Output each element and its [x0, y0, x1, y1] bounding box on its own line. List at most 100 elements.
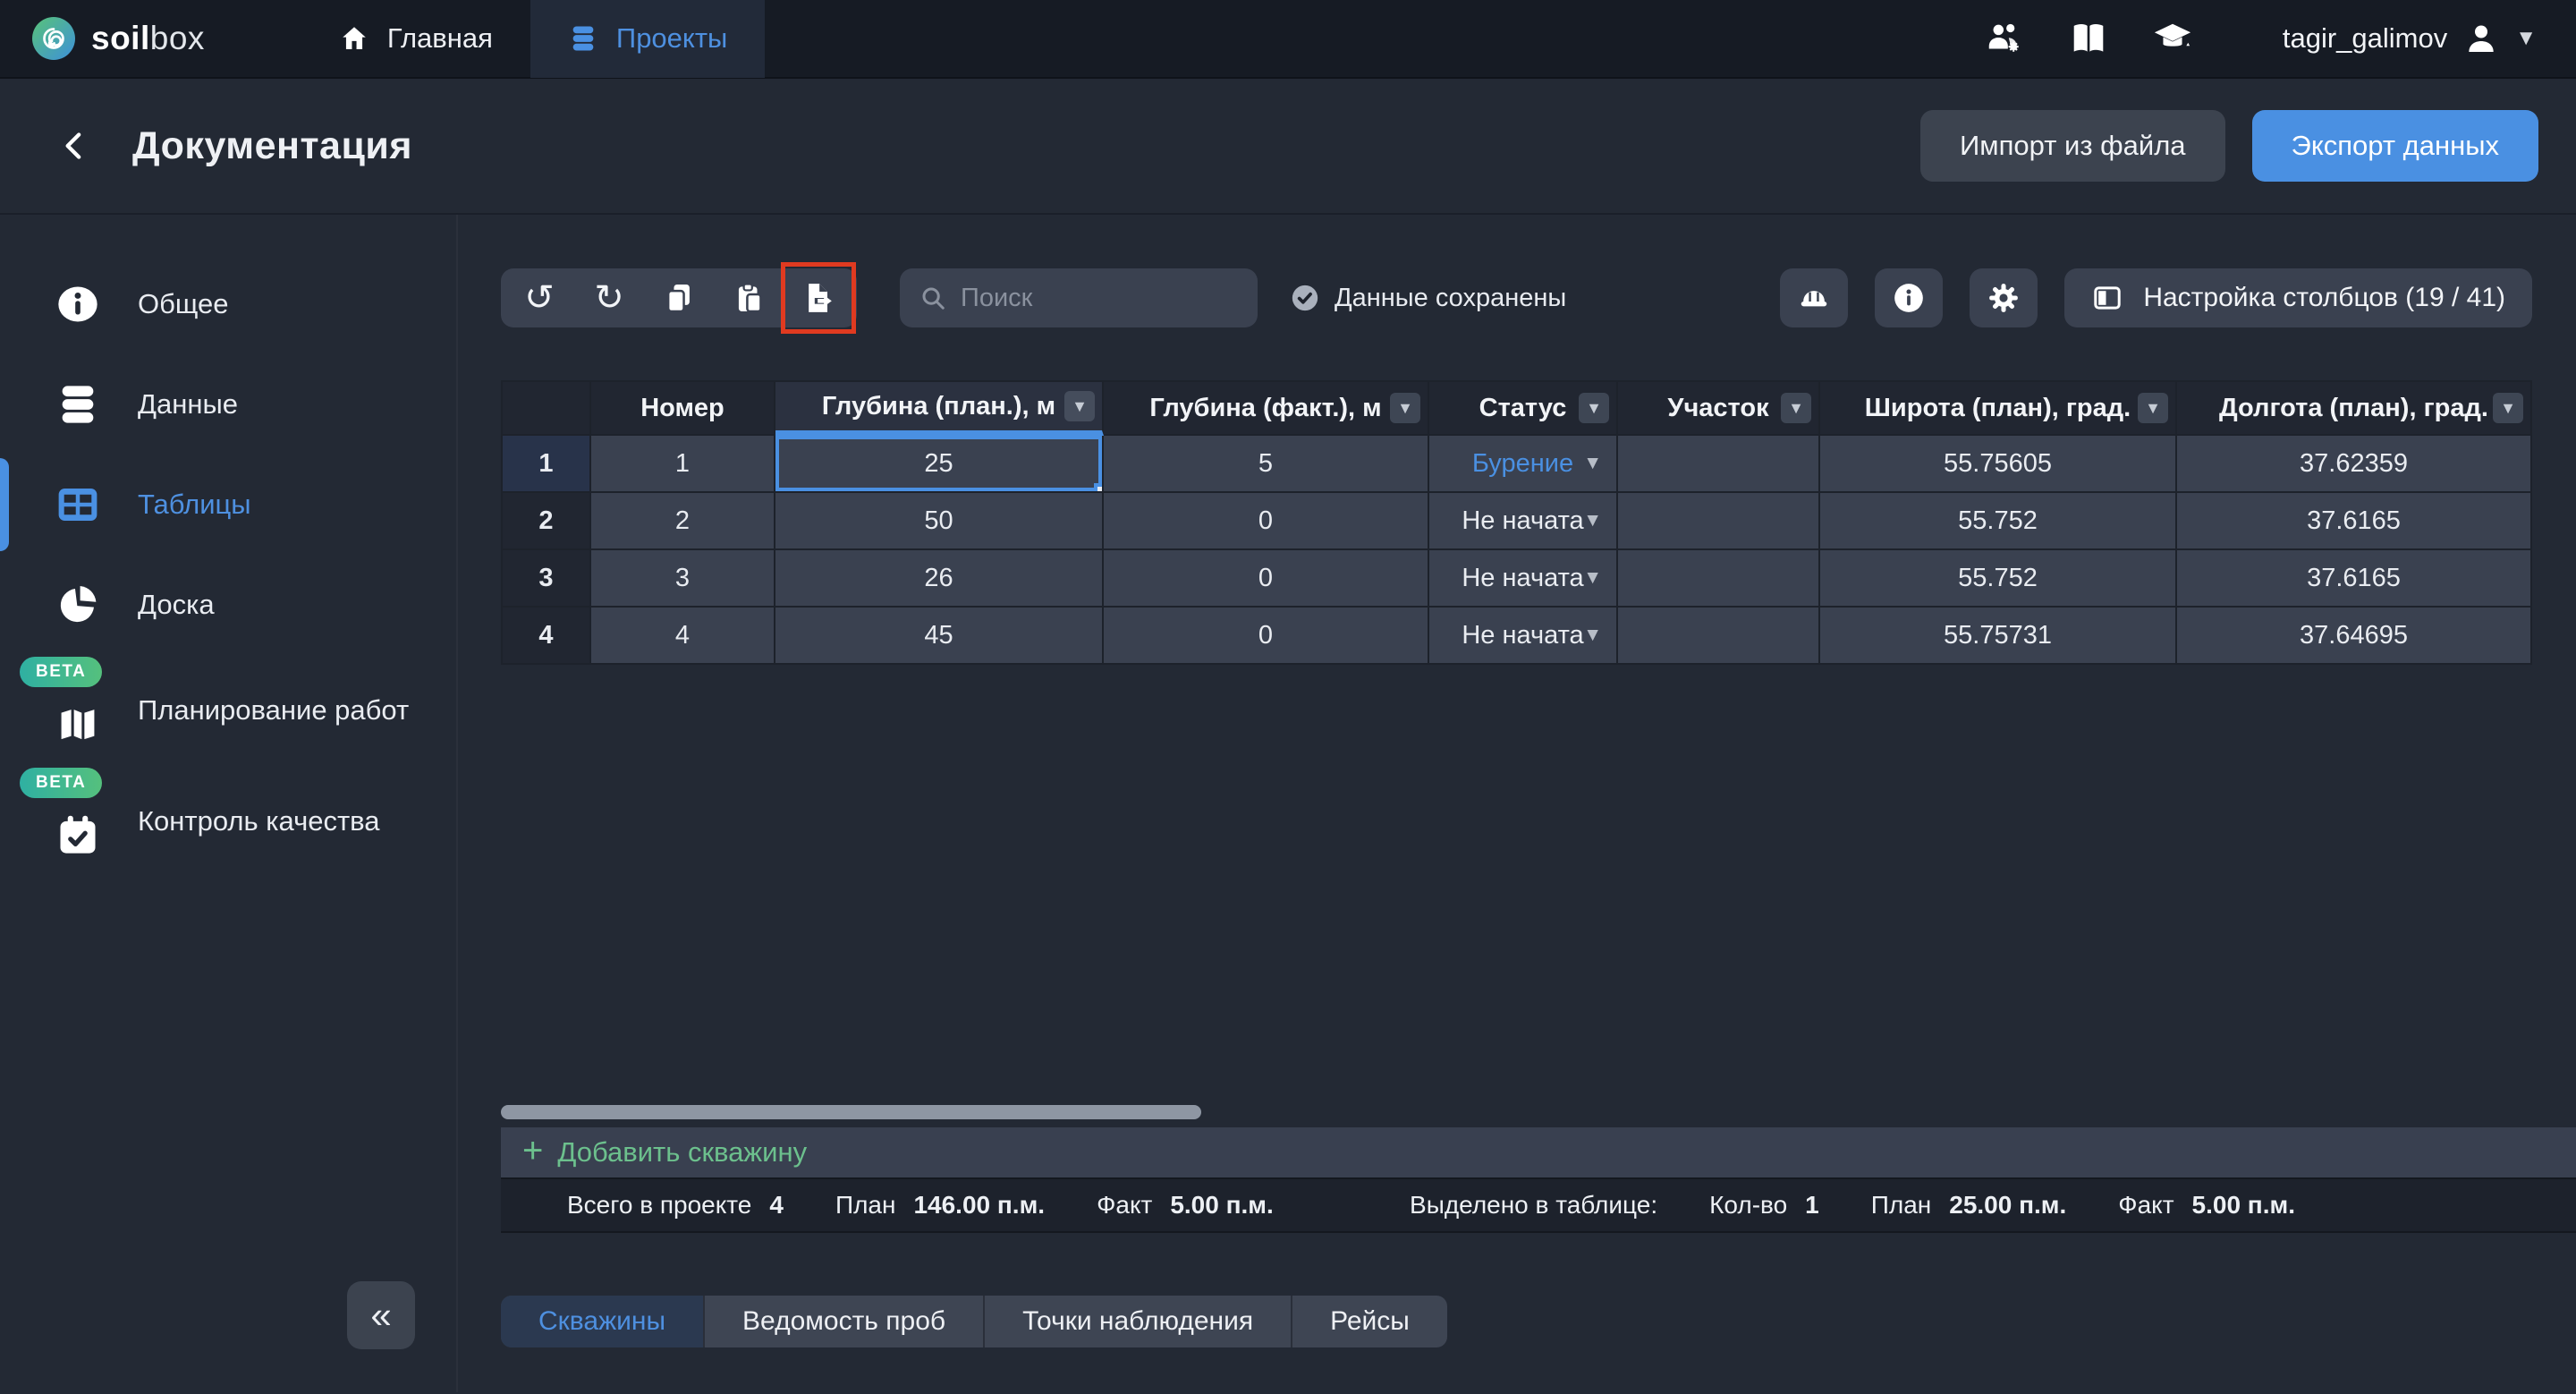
cell-status[interactable]: Бурение▼ — [1429, 436, 1618, 493]
book-icon[interactable] — [2068, 18, 2109, 59]
sidebar-item-board[interactable]: Доска — [0, 555, 456, 655]
cell-status[interactable]: Не начата▼ — [1429, 608, 1618, 665]
sidebar-item-quality-control[interactable]: BETA Контроль качества — [0, 766, 456, 877]
cell-lon[interactable]: 37.6165 — [2177, 493, 2532, 550]
back-button[interactable] — [52, 123, 98, 169]
caret-down-icon[interactable]: ▼ — [1583, 625, 1602, 646]
filter-button[interactable]: ▼ — [2138, 393, 2168, 423]
helmet-button[interactable] — [1780, 268, 1848, 327]
cell-lat[interactable]: 55.752 — [1820, 493, 2177, 550]
sidebar-item-data[interactable]: Данные — [0, 354, 456, 455]
cell-depth-fact[interactable]: 0 — [1104, 493, 1429, 550]
caret-down-icon[interactable]: ▼ — [1583, 567, 1602, 589]
column-header-number[interactable]: Номер — [591, 380, 775, 436]
cell-area[interactable] — [1618, 493, 1820, 550]
cell-area[interactable] — [1618, 550, 1820, 608]
tab-wells[interactable]: Скважины — [501, 1296, 705, 1347]
column-header-area[interactable]: Участок▼ — [1618, 380, 1820, 436]
wells-table: Номер Глубина (план.), м▼ Глубина (факт.… — [501, 380, 2576, 665]
cell-status[interactable]: Не начата▼ — [1429, 550, 1618, 608]
file-export-button[interactable] — [784, 268, 853, 327]
table-header-row: Номер Глубина (план.), м▼ Глубина (факт.… — [501, 380, 2532, 436]
row-header[interactable]: 4 — [501, 608, 591, 665]
caret-down-icon[interactable]: ▼ — [1583, 510, 1602, 531]
sidebar-item-label: Данные — [138, 388, 238, 421]
save-status: Данные сохранены — [1290, 283, 1566, 313]
cell-number[interactable]: 2 — [591, 493, 775, 550]
plan-value: 146.00 п.м. — [913, 1191, 1045, 1220]
cell-lat[interactable]: 55.75605 — [1820, 436, 2177, 493]
row-header[interactable]: 1 — [501, 436, 591, 493]
cell-area[interactable] — [1618, 436, 1820, 493]
cell-lat[interactable]: 55.752 — [1820, 550, 2177, 608]
info-circle-icon — [52, 281, 104, 327]
sidebar-item-work-planning[interactable]: BETA Планирование работ — [0, 655, 456, 766]
sidebar-item-general[interactable]: Общее — [0, 254, 456, 354]
brand[interactable]: soilbox — [32, 17, 205, 60]
paste-button[interactable] — [714, 268, 784, 327]
undo-button[interactable]: ↺ — [504, 268, 574, 327]
tab-observation-points[interactable]: Точки наблюдения — [985, 1296, 1292, 1347]
search-input[interactable] — [961, 284, 1238, 313]
cell-number[interactable]: 3 — [591, 550, 775, 608]
settings-button[interactable] — [1970, 268, 2038, 327]
cell-depth-plan[interactable]: 45 — [775, 608, 1104, 665]
redo-button[interactable]: ↻ — [574, 268, 644, 327]
filter-button[interactable]: ▼ — [1064, 391, 1095, 421]
sidebar-item-tables[interactable]: Таблицы — [0, 455, 456, 555]
nav-tab-home[interactable]: Главная — [301, 0, 530, 78]
cell-lon[interactable]: 37.64695 — [2177, 608, 2532, 665]
add-well-button[interactable]: + Добавить скважину — [501, 1127, 2576, 1177]
cell-depth-fact[interactable]: 5 — [1104, 436, 1429, 493]
row-header[interactable]: 3 — [501, 550, 591, 608]
plus-icon: + — [522, 1133, 543, 1169]
column-header-lon[interactable]: Долгота (план), град.▼ — [2177, 380, 2532, 436]
columns-settings-button[interactable]: Настройка столбцов (19 / 41) — [2064, 268, 2532, 327]
corner-header-cell[interactable] — [501, 380, 591, 436]
column-header-status[interactable]: Статус▼ — [1429, 380, 1618, 436]
import-button[interactable]: Импорт из файла — [1920, 110, 2225, 182]
cell-lon[interactable]: 37.62359 — [2177, 436, 2532, 493]
nav-tab-projects[interactable]: Проекты — [530, 0, 765, 78]
tab-sample-register[interactable]: Ведомость проб — [705, 1296, 985, 1347]
graduation-cap-icon[interactable] — [2152, 18, 2193, 59]
save-status-text: Данные сохранены — [1335, 284, 1566, 313]
column-header-depth-fact[interactable]: Глубина (факт.), м▼ — [1104, 380, 1429, 436]
columns-icon — [2091, 282, 2123, 314]
filter-button[interactable]: ▼ — [1579, 393, 1609, 423]
cell-lat[interactable]: 55.75731 — [1820, 608, 2177, 665]
column-header-depth-plan[interactable]: Глубина (план.), м▼ — [775, 380, 1104, 436]
row-header[interactable]: 2 — [501, 493, 591, 550]
user-icon — [2463, 21, 2499, 56]
copy-button[interactable] — [644, 268, 714, 327]
sidebar-collapse-button[interactable]: « — [347, 1281, 415, 1349]
search-box — [900, 268, 1258, 327]
cell-depth-fact[interactable]: 0 — [1104, 608, 1429, 665]
cell-area[interactable] — [1618, 608, 1820, 665]
total-value: 4 — [769, 1191, 784, 1220]
top-navbar: soilbox Главная Проекты — [0, 0, 2576, 79]
cell-depth-plan-selected[interactable]: 25 — [775, 436, 1104, 493]
filter-button[interactable]: ▼ — [1390, 393, 1420, 423]
filter-button[interactable]: ▼ — [2493, 393, 2523, 423]
sel-fact-value: 5.00 п.м. — [2192, 1191, 2295, 1220]
team-gear-icon[interactable] — [1984, 18, 2025, 59]
caret-down-icon[interactable]: ▼ — [1583, 453, 1602, 474]
scrollbar-thumb[interactable] — [501, 1105, 1201, 1119]
cell-status[interactable]: Не начата▼ — [1429, 493, 1618, 550]
info-button[interactable] — [1875, 268, 1943, 327]
user-menu[interactable]: tagir_galimov ▼ — [2283, 21, 2537, 56]
cell-depth-fact[interactable]: 0 — [1104, 550, 1429, 608]
cell-number[interactable]: 4 — [591, 608, 775, 665]
tab-runs[interactable]: Рейсы — [1292, 1296, 1447, 1347]
database-icon — [568, 23, 598, 54]
cell-depth-plan[interactable]: 50 — [775, 493, 1104, 550]
gear-icon — [1987, 281, 2021, 315]
filter-button[interactable]: ▼ — [1781, 393, 1811, 423]
cell-depth-plan[interactable]: 26 — [775, 550, 1104, 608]
export-button[interactable]: Экспорт данных — [2252, 110, 2538, 182]
cell-number[interactable]: 1 — [591, 436, 775, 493]
column-header-lat[interactable]: Широта (план), град.▼ — [1820, 380, 2177, 436]
fill-handle[interactable] — [1094, 483, 1104, 493]
cell-lon[interactable]: 37.6165 — [2177, 550, 2532, 608]
